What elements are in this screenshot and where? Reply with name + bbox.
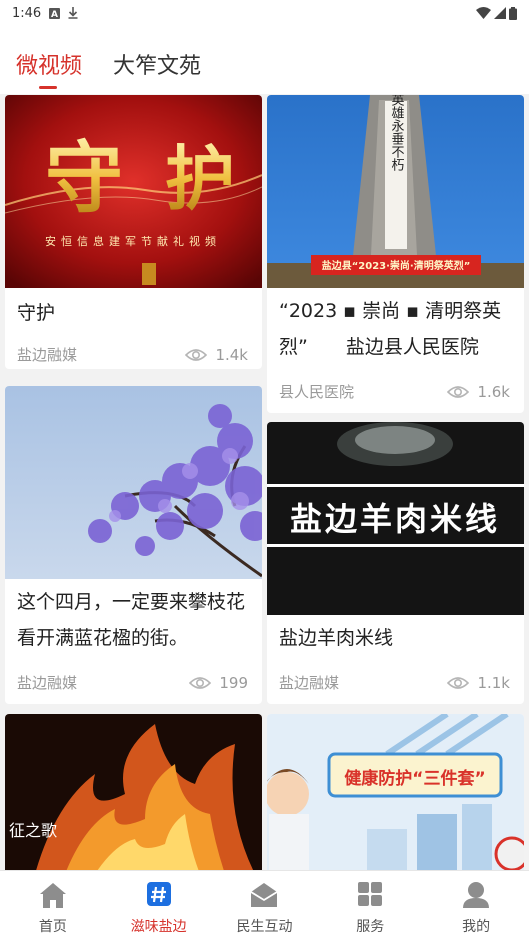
user-icon	[463, 882, 490, 908]
notification-a-icon: A	[49, 7, 61, 19]
video-meta: 盐边融媒 199	[17, 672, 248, 693]
active-tab-indicator	[39, 86, 57, 89]
nav-livelihood-label: 民生互动	[236, 919, 293, 935]
nav-flavor-yanbian[interactable]: 滋味盐边	[106, 871, 212, 942]
battery-icon	[509, 6, 517, 20]
video-meta: 盐边融媒 1.4k	[17, 344, 248, 365]
video-thumbnail[interactable]: 健康防护“三件套”	[267, 714, 524, 870]
video-thumbnail[interactable]: 征之歌	[5, 714, 262, 870]
download-icon	[68, 7, 78, 19]
video-card[interactable]: 人民英雄永垂不朽 盐边县“2023·崇尚·清明祭英烈” “2023 ▪ 崇尚 ▪…	[267, 95, 524, 413]
tab-literature[interactable]: 大笮文苑	[113, 48, 201, 80]
video-thumbnail[interactable]: 盐边羊肉米线	[267, 422, 524, 615]
view-count: 1.1k	[447, 674, 510, 692]
svg-text:A: A	[51, 10, 58, 19]
status-time: 1:46	[12, 5, 42, 21]
wifi-icon	[476, 7, 491, 19]
view-count-value: 1.1k	[477, 673, 510, 692]
video-source: 县人民医院	[279, 383, 355, 401]
video-card[interactable]: 健康防护“三件套”	[267, 714, 524, 870]
thumb-caption-text: 征之歌	[9, 821, 57, 840]
video-card[interactable]: 这个四月，一定要来攀枝花看开满蓝花楹的街。 盐边融媒 199	[5, 386, 262, 704]
eye-icon	[447, 385, 470, 398]
video-title[interactable]: 守护	[17, 295, 252, 331]
video-source: 盐边融媒	[279, 674, 340, 692]
view-count-value: 1.4k	[215, 345, 248, 364]
signal-icon	[494, 7, 506, 19]
thumb-banner-text: 盐边县“2023·崇尚·清明祭英烈”	[322, 259, 471, 272]
video-title[interactable]: 盐边羊肉米线	[279, 620, 514, 656]
thumb-title-text: 护	[165, 137, 235, 220]
nav-profile-label: 我的	[462, 919, 491, 935]
view-count: 1.4k	[185, 346, 248, 364]
video-source: 盐边融媒	[17, 346, 78, 364]
thumb-title-text: 健康防护“三件套”	[344, 768, 485, 789]
eye-icon	[447, 676, 470, 689]
thumb-caption-text: 安恒信息建军节献礼视频	[45, 234, 221, 248]
video-thumbnail[interactable]: 守 护 安恒信息建军节献礼视频	[5, 95, 262, 288]
thumb-title-text: 守	[45, 133, 123, 224]
eye-icon	[189, 676, 212, 689]
nav-profile[interactable]: 我的	[423, 871, 529, 942]
video-title[interactable]: 这个四月，一定要来攀枝花看开满蓝花楹的街。	[17, 584, 252, 656]
nav-home-label: 首页	[38, 919, 67, 935]
nav-services-label: 服务	[356, 919, 385, 935]
video-thumbnail[interactable]	[5, 386, 262, 579]
video-card[interactable]: 征之歌	[5, 714, 262, 870]
home-icon	[39, 883, 66, 908]
video-title[interactable]: “2023 ▪ 崇尚 ▪ 清明祭英烈” 盐边县人民医院	[279, 293, 514, 365]
tab-micro-video[interactable]: 微视频	[16, 48, 82, 80]
bottom-nav: 首页 滋味盐边 民生互动 服务 我的	[0, 870, 529, 942]
video-card[interactable]: 守 护 安恒信息建军节献礼视频 守护 盐边融媒 1.4k	[5, 95, 262, 369]
nav-flavor-yanbian-label: 滋味盐边	[130, 919, 187, 935]
eye-icon	[185, 348, 208, 361]
video-source: 盐边融媒	[17, 674, 78, 692]
view-count-value: 1.6k	[477, 382, 510, 401]
nav-livelihood[interactable]: 民生互动	[212, 871, 318, 942]
video-feed[interactable]: 守 护 安恒信息建军节献礼视频 守护 盐边融媒 1.4k 人民英雄永垂不朽 盐边…	[0, 94, 529, 870]
view-count: 1.6k	[447, 383, 510, 401]
grid-icon	[358, 882, 383, 906]
view-count: 199	[189, 674, 248, 692]
nav-home[interactable]: 首页	[0, 871, 106, 942]
mail-icon	[251, 883, 278, 907]
monument-inscription: 人民英雄永垂不朽	[389, 95, 405, 172]
nav-services[interactable]: 服务	[317, 871, 423, 942]
thumb-title-text: 盐边羊肉米线	[290, 500, 500, 538]
view-count-value: 199	[219, 673, 248, 692]
hashtag-icon	[146, 882, 171, 906]
video-thumbnail[interactable]: 人民英雄永垂不朽 盐边县“2023·崇尚·清明祭英烈”	[267, 95, 524, 288]
status-bar: 1:46 A	[0, 0, 529, 26]
top-tab-bar: 微视频 大笮文苑	[0, 26, 529, 94]
video-card[interactable]: 盐边羊肉米线 盐边羊肉米线 盐边融媒 1.1k	[267, 422, 524, 704]
video-meta: 县人民医院 1.6k	[279, 381, 510, 402]
video-meta: 盐边融媒 1.1k	[279, 672, 510, 693]
